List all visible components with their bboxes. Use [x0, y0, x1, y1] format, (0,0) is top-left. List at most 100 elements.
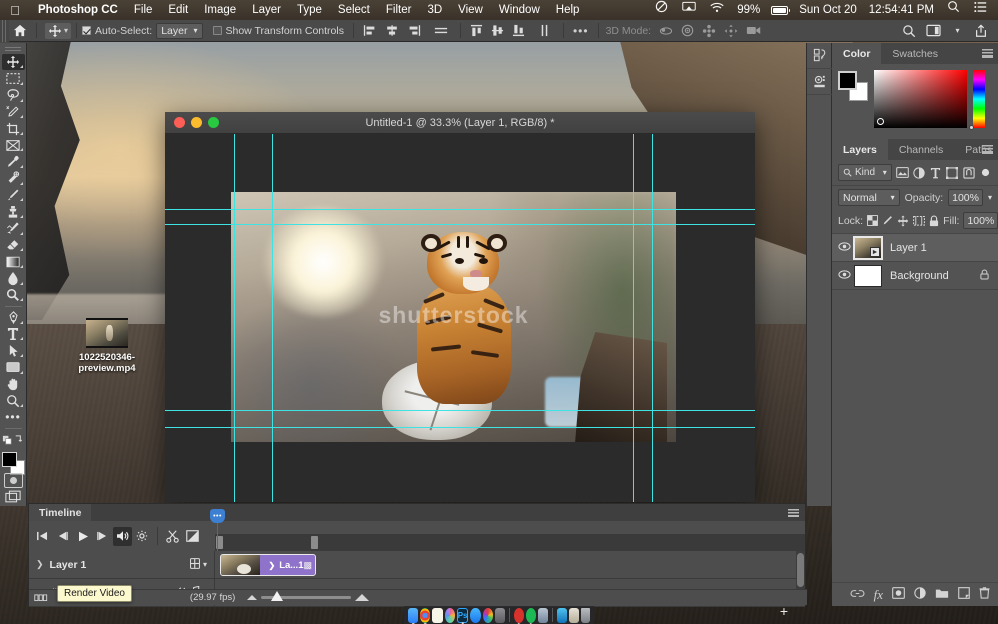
align-horizontal-centers-icon[interactable]: [382, 21, 402, 40]
align-left-edges-icon[interactable]: [360, 21, 380, 40]
document-canvas[interactable]: shutterstock: [165, 134, 755, 502]
playhead-handle[interactable]: •••: [210, 509, 225, 523]
distribute-horizontal-icon[interactable]: [431, 21, 451, 40]
share-icon[interactable]: [971, 21, 991, 40]
lock-image-pixels-icon[interactable]: [882, 214, 893, 228]
hand-tool[interactable]: [2, 376, 25, 392]
workspace-icon[interactable]: [923, 21, 944, 40]
delete-layer-icon[interactable]: [979, 587, 990, 602]
color-panel-swatches[interactable]: [838, 71, 868, 101]
edit-toolbar-tool[interactable]: •••: [2, 410, 25, 426]
vertical-guide[interactable]: [272, 134, 273, 502]
auto-select-scope-dropdown[interactable]: Layer ▾: [156, 22, 203, 39]
layer-name[interactable]: Layer 1: [890, 242, 998, 254]
new-layer-icon[interactable]: [958, 587, 970, 602]
dock-item-photoshop[interactable]: Ps: [456, 607, 469, 624]
align-bottom-edges-icon[interactable]: [509, 21, 528, 40]
menu-3d[interactable]: 3D: [419, 0, 450, 20]
dock-item-documents-folder[interactable]: [569, 607, 580, 623]
dock-item-opera[interactable]: [513, 607, 524, 624]
home-icon[interactable]: [10, 21, 30, 40]
tab-layers[interactable]: Layers: [832, 139, 888, 160]
dodge-tool[interactable]: [2, 287, 25, 303]
filter-smartobject-icon[interactable]: [963, 165, 976, 181]
dock-item-trash[interactable]: [581, 607, 591, 623]
horizontal-guide[interactable]: [165, 209, 755, 210]
menu-view[interactable]: View: [450, 0, 491, 20]
search-icon[interactable]: [899, 21, 919, 40]
new-group-icon[interactable]: [935, 588, 949, 602]
foreground-background-color-swatches[interactable]: [1, 451, 26, 475]
color-panel-foreground-swatch[interactable]: [838, 71, 857, 90]
link-layers-icon[interactable]: [850, 589, 865, 601]
dock-item-app-store[interactable]: [470, 607, 481, 623]
horizontal-guide[interactable]: [165, 224, 755, 225]
menu-help[interactable]: Help: [548, 0, 588, 20]
layer-visibility-toggle[interactable]: [835, 269, 854, 282]
crop-tool[interactable]: [2, 121, 25, 137]
more-options-icon[interactable]: •••: [570, 21, 592, 40]
apple-icon[interactable]: : [0, 4, 30, 17]
auto-select-checkbox[interactable]: [82, 26, 92, 35]
timeline-work-area[interactable]: [215, 535, 805, 551]
options-bar-grip[interactable]: [0, 19, 9, 42]
roll-3d-icon[interactable]: [678, 21, 697, 40]
zoom-slider-thumb[interactable]: [271, 590, 283, 601]
filter-shape-icon[interactable]: [946, 165, 959, 181]
dock-item-notes[interactable]: [432, 607, 443, 623]
convert-to-frame-animation-icon[interactable]: [33, 593, 49, 602]
layer-mask-icon[interactable]: [892, 587, 905, 602]
hue-ramp-slider[interactable]: [969, 70, 985, 130]
menubar-date[interactable]: Sun Oct 20: [793, 0, 863, 20]
zoom-in-icon[interactable]: [355, 593, 369, 601]
layer-visibility-toggle[interactable]: [835, 241, 854, 254]
tab-timeline[interactable]: Timeline: [29, 504, 92, 521]
move-tool[interactable]: [1, 54, 25, 70]
previous-frame-button[interactable]: [53, 527, 72, 546]
dock-item-files-app[interactable]: [538, 607, 549, 623]
timeline-video-clip[interactable]: ❯ La...1 ▩: [220, 554, 316, 576]
notification-center-icon[interactable]: [967, 0, 994, 20]
align-top-edges-icon[interactable]: [467, 21, 486, 40]
layer-thumbnail[interactable]: [854, 264, 882, 287]
menubar-time[interactable]: 12:54:41 PM: [863, 0, 940, 20]
lock-transparent-pixels-icon[interactable]: [867, 214, 879, 228]
drag-3d-icon[interactable]: [699, 21, 719, 40]
tab-color[interactable]: Color: [832, 43, 882, 64]
spotlight-search-icon[interactable]: [940, 0, 967, 20]
menu-layer[interactable]: Layer: [244, 0, 289, 20]
eyedropper-tool[interactable]: [2, 154, 25, 170]
tab-channels[interactable]: Channels: [887, 139, 955, 160]
path-selection-tool[interactable]: [2, 343, 25, 359]
adjustment-layer-icon[interactable]: [914, 587, 926, 602]
history-panel-icon[interactable]: [807, 43, 833, 69]
menu-image[interactable]: Image: [196, 0, 244, 20]
chevron-down-icon[interactable]: ▾: [203, 560, 207, 569]
tab-swatches[interactable]: Swatches: [881, 43, 949, 64]
artboard-image[interactable]: shutterstock: [231, 192, 676, 442]
panel-menu-icon[interactable]: [982, 49, 993, 58]
frame-tool[interactable]: [2, 137, 25, 153]
quick-selection-tool[interactable]: [2, 104, 25, 120]
clip-transition-icon[interactable]: ▩: [303, 560, 315, 571]
timeline-zoom-slider[interactable]: [247, 590, 369, 603]
settings-button[interactable]: [133, 527, 152, 546]
scale-3d-camera-icon[interactable]: [743, 21, 765, 40]
menu-type[interactable]: Type: [289, 0, 330, 20]
horizontal-guide[interactable]: [165, 427, 755, 428]
dock-item-google-chrome[interactable]: [420, 607, 431, 624]
layer-row-layer-1[interactable]: ► Layer 1: [832, 234, 998, 262]
disclosure-arrow-icon[interactable]: ❯: [268, 561, 275, 570]
do-not-disturb-icon[interactable]: [648, 0, 675, 20]
dock-item-finder[interactable]: [408, 607, 419, 624]
transition-button[interactable]: [183, 527, 202, 546]
horizontal-type-tool[interactable]: [2, 326, 25, 342]
menu-file[interactable]: File: [126, 0, 161, 20]
eraser-tool[interactable]: [2, 237, 25, 253]
wifi-icon[interactable]: [703, 0, 731, 20]
align-right-edges-icon[interactable]: [404, 21, 424, 40]
blend-mode-dropdown[interactable]: Normal ▾: [838, 189, 900, 206]
zoom-out-icon[interactable]: [247, 594, 257, 600]
timeline-ruler[interactable]: [215, 521, 805, 535]
foreground-color-swatch[interactable]: [1, 451, 17, 467]
